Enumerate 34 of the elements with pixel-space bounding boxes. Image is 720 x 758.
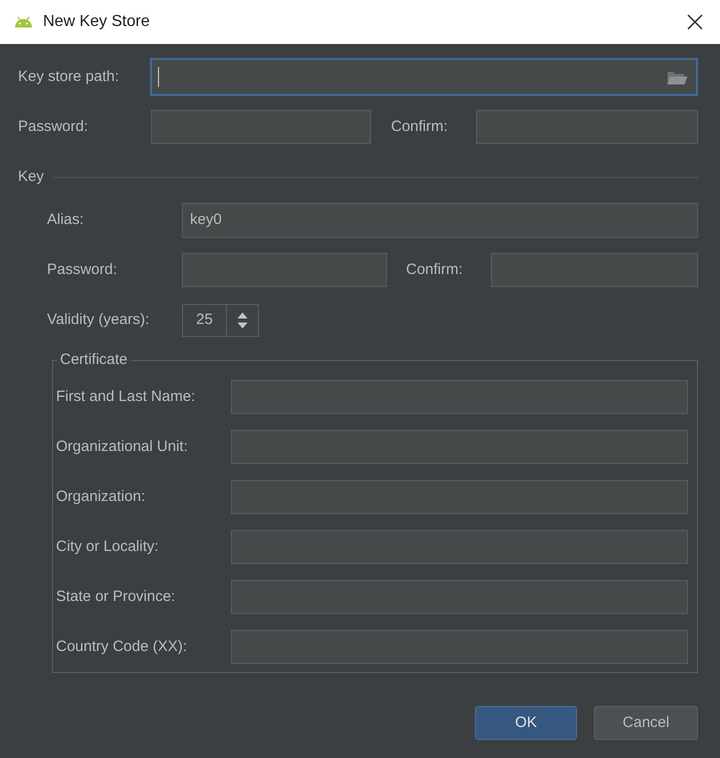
field-label: Key store path: bbox=[18, 66, 120, 87]
up-down-arrows-icon[interactable] bbox=[237, 312, 248, 329]
field-label: Confirm: bbox=[391, 116, 449, 137]
alias-field[interactable]: key0 bbox=[182, 203, 698, 238]
field-label: Organization: bbox=[56, 486, 146, 507]
field-label: Alias: bbox=[47, 210, 85, 230]
field-label: Organizational Unit: bbox=[56, 436, 189, 457]
text-field[interactable] bbox=[231, 630, 688, 664]
folder-icon[interactable] bbox=[667, 70, 688, 84]
password-field[interactable] bbox=[491, 253, 698, 287]
field-label: First and Last Name: bbox=[56, 386, 196, 407]
cancel-button[interactable]: Cancel bbox=[594, 706, 698, 740]
ok-button[interactable]: OK bbox=[475, 706, 577, 740]
field-label: City or Locality: bbox=[56, 536, 160, 557]
text-field[interactable] bbox=[231, 380, 688, 414]
window-title: New Key Store bbox=[43, 12, 150, 32]
field-label: Country Code (XX): bbox=[56, 636, 188, 657]
password-field[interactable] bbox=[151, 110, 371, 144]
field-label: Password: bbox=[47, 260, 118, 280]
section-title: Key bbox=[18, 166, 44, 187]
field-label: Confirm: bbox=[406, 260, 464, 280]
text-field[interactable] bbox=[231, 430, 688, 464]
field-label: Password: bbox=[18, 116, 90, 137]
robot-head-icon bbox=[14, 16, 33, 28]
validity-spinner[interactable]: 25 bbox=[182, 304, 259, 337]
field-label: Validity (years): bbox=[47, 310, 150, 330]
path-field[interactable] bbox=[150, 58, 698, 96]
text-field[interactable] bbox=[231, 480, 688, 514]
text-field[interactable] bbox=[231, 580, 688, 614]
text-cursor-icon bbox=[158, 67, 159, 87]
password-field[interactable] bbox=[476, 110, 698, 144]
field-label: State or Province: bbox=[56, 586, 176, 607]
text-field[interactable] bbox=[231, 530, 688, 564]
password-field[interactable] bbox=[182, 253, 387, 287]
